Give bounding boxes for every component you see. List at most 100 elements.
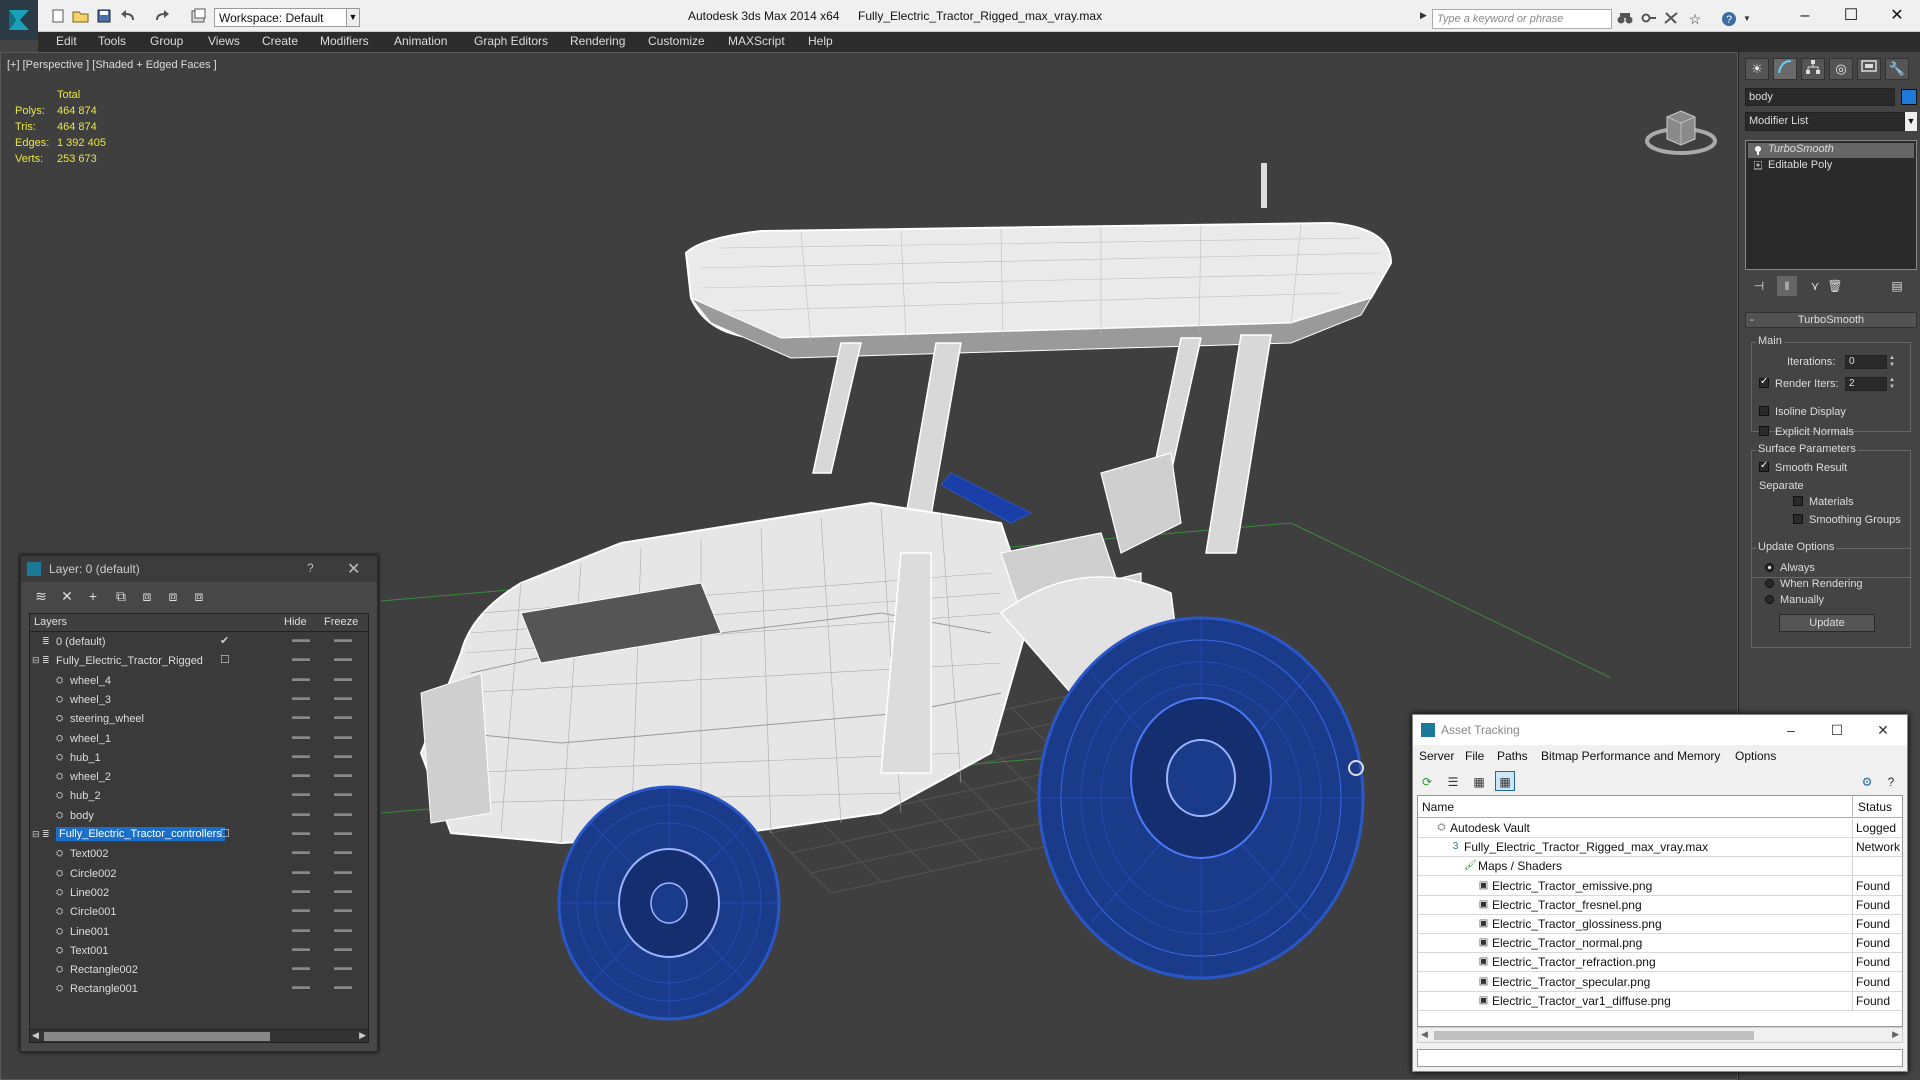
- freeze-toggle[interactable]: ▬▬: [334, 904, 352, 914]
- expand-plus-icon[interactable]: [1754, 161, 1762, 171]
- configure-modifier-sets-icon[interactable]: ▤: [1887, 276, 1907, 296]
- freeze-column-header[interactable]: Freeze: [324, 616, 358, 628]
- subscription-key-icon[interactable]: [1640, 11, 1658, 27]
- freeze-toggle[interactable]: ▬▬: [334, 711, 352, 721]
- binoculars-icon[interactable]: [1616, 11, 1634, 27]
- close-icon[interactable]: ✕: [1861, 719, 1905, 741]
- viewcube-icon[interactable]: [1641, 93, 1721, 163]
- maximize-icon[interactable]: ☐: [1828, 4, 1874, 28]
- layer-row[interactable]: ≣ 0 (default) ✔ ▬▬ ▬▬: [30, 633, 368, 652]
- layer-explorer-titlebar[interactable]: Layer: 0 (default) ? ✕: [21, 556, 377, 582]
- menu-modifiers[interactable]: Modifiers: [320, 34, 369, 48]
- workspace-dropdown[interactable]: Workspace: Default: [214, 8, 358, 27]
- menu-customize[interactable]: Customize: [648, 34, 705, 48]
- smooth-result-checkbox[interactable]: [1759, 460, 1769, 472]
- favorites-star-icon[interactable]: ☆: [1686, 11, 1704, 27]
- layer-row[interactable]: ⛭ wheel_3 ▬▬ ▬▬: [30, 691, 368, 710]
- modify-tab-icon[interactable]: [1773, 58, 1797, 80]
- hide-toggle[interactable]: ▬▬: [292, 943, 310, 953]
- render-iters-spinner[interactable]: 2: [1845, 377, 1887, 391]
- name-column-header[interactable]: Name: [1422, 800, 1454, 814]
- expand-search-icon[interactable]: ▶: [1420, 10, 1430, 22]
- column-divider[interactable]: [1852, 796, 1853, 818]
- asset-path-field[interactable]: [1417, 1049, 1903, 1067]
- freeze-toggle[interactable]: ▬▬: [334, 885, 352, 895]
- layers-column-header[interactable]: Layers: [34, 616, 67, 628]
- hide-toggle[interactable]: ▬▬: [292, 711, 310, 721]
- list-view-icon[interactable]: ☰: [1443, 771, 1463, 791]
- hide-toggle[interactable]: ▬▬: [292, 885, 310, 895]
- asset-row[interactable]: 🖌 Maps / Shaders: [1418, 857, 1902, 877]
- close-icon[interactable]: ✕: [347, 559, 360, 579]
- new-file-icon[interactable]: [50, 8, 68, 24]
- undo-icon[interactable]: [120, 8, 138, 24]
- layer-row[interactable]: ⊟ ≣ Fully_Electric_Tractor_Rigged ☐ ▬▬ ▬▬: [30, 652, 368, 671]
- hide-toggle[interactable]: ▬▬: [292, 769, 310, 779]
- hide-toggle[interactable]: ▬▬: [292, 924, 310, 934]
- hide-toggle[interactable]: ▬▬: [292, 653, 310, 663]
- make-unique-icon[interactable]: ⋎: [1805, 276, 1825, 296]
- hide-column-header[interactable]: Hide: [284, 616, 307, 628]
- app-logo-button[interactable]: [0, 0, 38, 40]
- object-color-swatch[interactable]: [1901, 89, 1917, 105]
- menu-create[interactable]: Create: [262, 34, 298, 48]
- hide-toggle[interactable]: ▬▬: [292, 750, 310, 760]
- freeze-toggle[interactable]: ▬▬: [334, 981, 352, 991]
- layer-row[interactable]: ⛭ body ▬▬ ▬▬: [30, 807, 368, 826]
- freeze-toggle[interactable]: ▬▬: [334, 788, 352, 798]
- layer-row[interactable]: ⊟ ≣ Fully_Electric_Tractor_controllers ☐ ▬▬ ▬…: [30, 826, 368, 845]
- spinner-arrows-icon[interactable]: ▲ ▼: [1889, 377, 1897, 391]
- menu-options[interactable]: Options: [1735, 749, 1776, 763]
- hide-toggle[interactable]: ▬▬: [292, 808, 310, 818]
- help-icon[interactable]: ?: [307, 561, 314, 575]
- menu-help[interactable]: Help: [808, 34, 833, 48]
- modifier-list-dropdown[interactable]: Modifier List: [1745, 112, 1905, 131]
- explicit-normals-checkbox[interactable]: [1759, 426, 1769, 436]
- layer-row[interactable]: ⛭ wheel_4 ▬▬ ▬▬: [30, 672, 368, 691]
- scrollbar-thumb[interactable]: [1434, 1031, 1754, 1040]
- freeze-toggle[interactable]: ▬▬: [334, 634, 352, 644]
- hide-toggle[interactable]: ▬▬: [292, 981, 310, 991]
- asset-horizontal-scrollbar[interactable]: ◀ ▶: [1417, 1027, 1903, 1043]
- current-layer-check-icon[interactable]: ✔: [220, 634, 229, 647]
- turbosmooth-rollout-header[interactable]: - TurboSmooth: [1745, 312, 1917, 328]
- hide-toggle[interactable]: ▬▬: [292, 846, 310, 856]
- highlight-selected-layer-icon[interactable]: ⧈: [163, 587, 183, 605]
- asset-row[interactable]: ▣ Electric_Tractor_specular.png Found: [1418, 972, 1902, 992]
- asset-row[interactable]: ▣ Electric_Tractor_glossiness.png Found: [1418, 915, 1902, 934]
- chevron-down-icon[interactable]: ▼: [1738, 11, 1756, 27]
- hide-toggle[interactable]: ▬▬: [292, 827, 310, 837]
- close-icon[interactable]: ✕: [1874, 4, 1920, 28]
- asset-row[interactable]: ▣ Electric_Tractor_var1_diffuse.png Found: [1418, 991, 1902, 1011]
- layer-row[interactable]: ⛭ Line001 ▬▬ ▬▬: [30, 923, 368, 942]
- create-tab-sun-icon[interactable]: ☀: [1745, 58, 1769, 80]
- freeze-toggle[interactable]: ▬▬: [334, 653, 352, 663]
- update-button[interactable]: Update: [1779, 614, 1875, 632]
- hierarchy-tab-icon[interactable]: [1801, 58, 1825, 80]
- menu-animation[interactable]: Animation: [394, 34, 447, 48]
- freeze-toggle[interactable]: ▬▬: [334, 673, 352, 683]
- asset-row[interactable]: ⛭ Autodesk Vault Logged: [1418, 819, 1902, 838]
- layer-row[interactable]: ⛭ Rectangle001 ▬▬ ▬▬: [30, 980, 368, 999]
- menu-tools[interactable]: Tools: [98, 34, 126, 48]
- spinner-arrows-icon[interactable]: ▲ ▼: [1889, 355, 1897, 369]
- layer-horizontal-scrollbar[interactable]: ◀ ▶: [29, 1029, 369, 1043]
- help-icon[interactable]: ?: [1881, 771, 1901, 791]
- hide-toggle[interactable]: ▬▬: [292, 634, 310, 644]
- asset-row[interactable]: ▣ Electric_Tractor_fresnel.png Found: [1418, 895, 1902, 915]
- iterations-spinner[interactable]: 0: [1845, 355, 1887, 369]
- display-tab-icon[interactable]: [1857, 58, 1881, 80]
- collapse-icon[interactable]: ⊟: [32, 655, 42, 666]
- hide-toggle[interactable]: ▬▬: [292, 904, 310, 914]
- layer-row[interactable]: ⛭ hub_2 ▬▬ ▬▬: [30, 787, 368, 806]
- layer-row[interactable]: ⛭ Text001 ▬▬ ▬▬: [30, 942, 368, 961]
- menu-group[interactable]: Group: [150, 34, 183, 48]
- menu-paths[interactable]: Paths: [1497, 749, 1528, 763]
- menu-server[interactable]: Server: [1419, 749, 1454, 763]
- menu-views[interactable]: Views: [208, 34, 240, 48]
- hide-toggle[interactable]: ▬▬: [292, 962, 310, 972]
- viewport-label[interactable]: [+] [Perspective ] [Shaded + Edged Faces…: [7, 59, 217, 71]
- layer-row[interactable]: ⛭ Circle001 ▬▬ ▬▬: [30, 903, 368, 922]
- hide-toggle[interactable]: ▬▬: [292, 731, 310, 741]
- refresh-icon[interactable]: ⟳: [1417, 771, 1437, 791]
